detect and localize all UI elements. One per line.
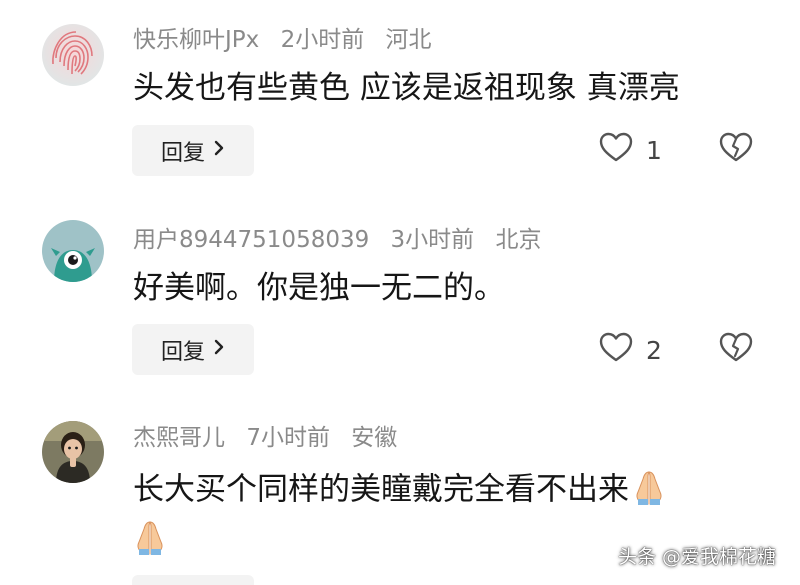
comment-text: 头发也有些黄色 应该是返祖现象 真漂亮 (133, 70, 680, 106)
like-button[interactable]: 2 (598, 331, 662, 369)
like-button[interactable]: 1 (598, 131, 662, 169)
child-photo-avatar-icon (42, 421, 104, 483)
username[interactable]: 杰熙哥儿 (133, 425, 225, 451)
username[interactable]: 用户8944751058039 (133, 227, 369, 253)
like-count: 1 (646, 135, 662, 165)
comment-time: 3小时前 (390, 227, 475, 253)
user-avatar[interactable] (42, 421, 104, 483)
reply-button[interactable]: 回复 (132, 125, 254, 176)
comment-meta: 杰熙哥儿 7小时前 安徽 (133, 423, 411, 453)
broken-heart-icon (718, 332, 754, 367)
dislike-button[interactable] (718, 331, 754, 367)
comment-text: 好美啊。你是独一无二的。 (133, 270, 505, 306)
praying-hands-emoji-icon (629, 466, 669, 516)
cartoon-monster-avatar-icon (42, 220, 104, 282)
comment-time: 2小时前 (280, 27, 365, 53)
comment-time: 7小时前 (246, 425, 330, 451)
chevron-right-icon (213, 337, 225, 362)
praying-hands-emoji-icon (130, 516, 170, 560)
reply-button[interactable]: 回复 (132, 324, 254, 375)
username[interactable]: 快乐柳叶JPx (133, 27, 259, 53)
comment-text-content: 长大买个同样的美瞳戴完全看不出来 (133, 471, 629, 508)
comment-meta: 快乐柳叶JPx 2小时前 河北 (133, 25, 446, 55)
reply-label: 回复 (160, 339, 205, 365)
heart-icon (598, 131, 634, 169)
comment-location: 河北 (385, 27, 432, 53)
user-avatar[interactable] (42, 220, 104, 282)
chevron-right-icon (213, 138, 225, 163)
like-count: 2 (646, 335, 662, 365)
comment-meta: 用户8944751058039 3小时前 北京 (133, 225, 556, 255)
broken-heart-icon (718, 132, 754, 167)
comment-location: 安徽 (351, 425, 398, 451)
second-line-emoji (130, 516, 170, 560)
watermark: 头条 @爱我棉花糖 (617, 546, 776, 568)
dislike-button[interactable] (718, 131, 754, 167)
reply-button[interactable] (132, 575, 254, 585)
comment-text: 长大买个同样的美瞳戴完全看不出来 (133, 466, 669, 516)
fingerprint-avatar-icon (42, 24, 104, 86)
comment-location: 北京 (495, 227, 542, 253)
reply-label: 回复 (160, 140, 205, 166)
user-avatar[interactable] (42, 24, 104, 86)
heart-icon (598, 331, 634, 369)
